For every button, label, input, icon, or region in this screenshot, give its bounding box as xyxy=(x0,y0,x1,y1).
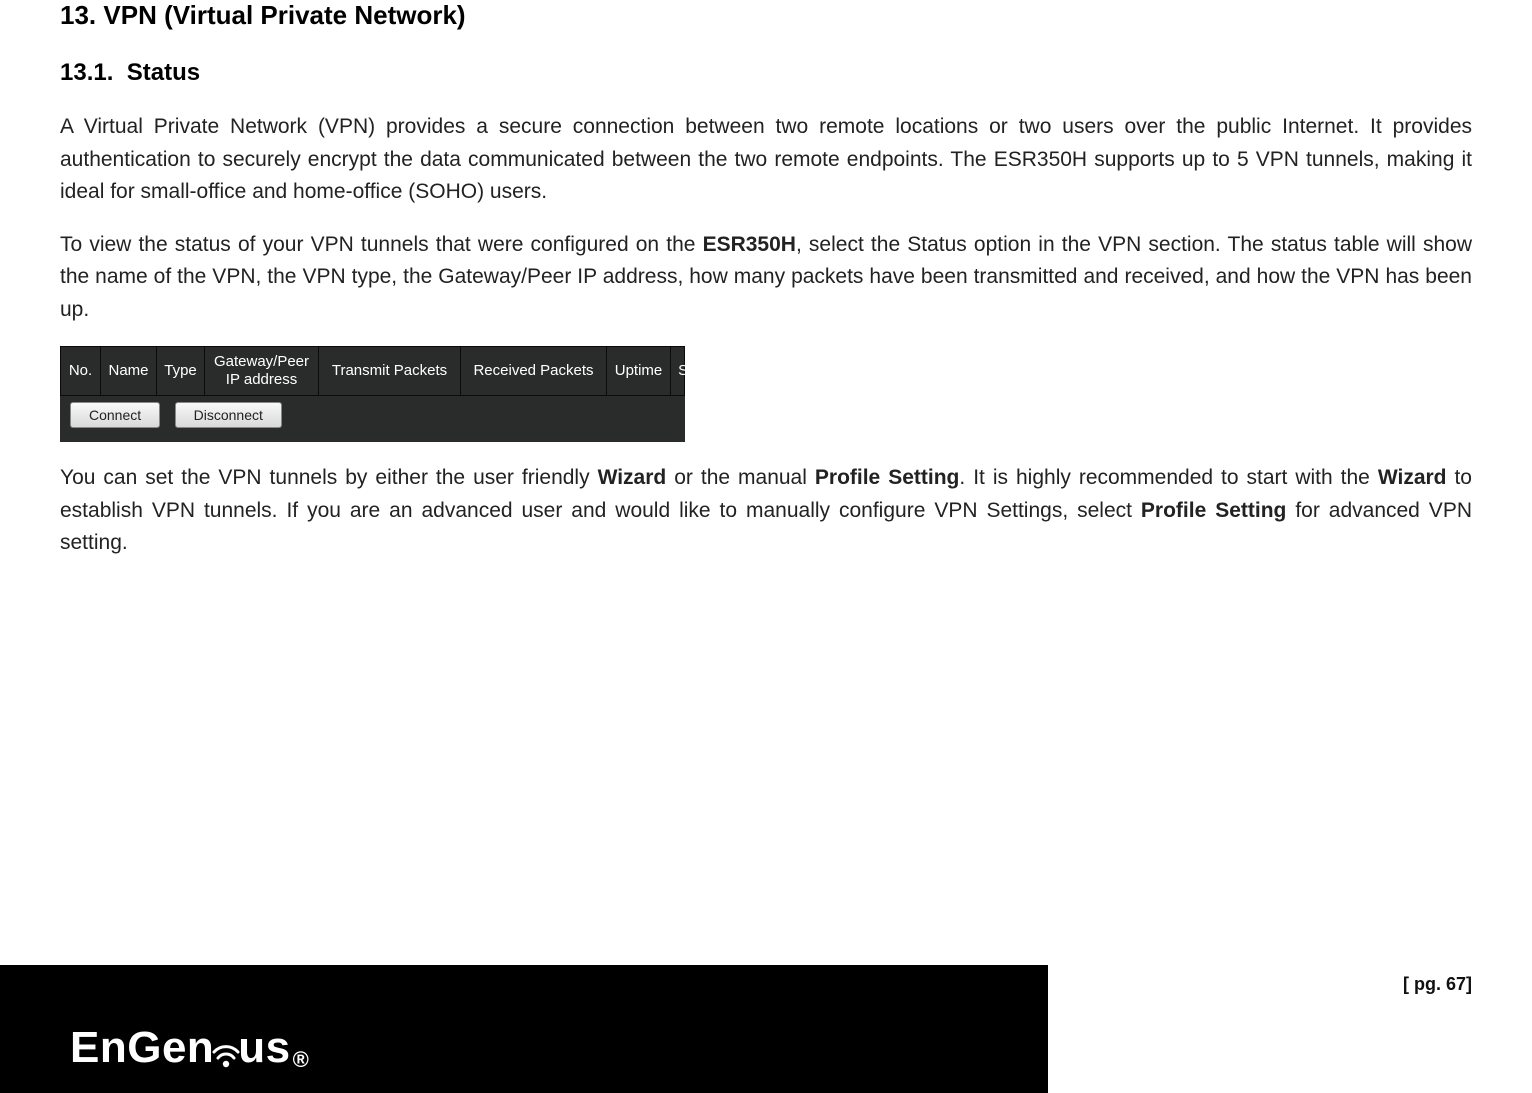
p3-text-a: You can set the VPN tunnels by either th… xyxy=(60,466,598,489)
page-number: [ pg. 67] xyxy=(1403,974,1472,995)
col-header-type: Type xyxy=(157,347,205,395)
col-header-select: Select xyxy=(671,347,727,395)
p3-bold-profile-1: Profile Setting xyxy=(815,466,960,489)
vpn-status-button-row: Connect Disconnect xyxy=(60,396,685,442)
col-header-rx: Received Packets xyxy=(461,347,607,395)
p3-bold-profile-2: Profile Setting xyxy=(1141,499,1286,522)
vpn-status-panel: No. Name Type Gateway/Peer IP address Tr… xyxy=(60,346,685,442)
col-header-uptime: Uptime xyxy=(607,347,671,395)
section-heading: 13. VPN (Virtual Private Network) xyxy=(60,0,1472,31)
subsection-number: 13.1. xyxy=(60,59,113,86)
p3-bold-wizard-1: Wizard xyxy=(598,466,667,489)
registered-mark-icon: ® xyxy=(293,1047,310,1073)
vpn-status-table-header: No. Name Type Gateway/Peer IP address Tr… xyxy=(60,346,685,396)
disconnect-button[interactable]: Disconnect xyxy=(175,402,282,428)
col-header-name: Name xyxy=(101,347,157,395)
section-number: 13. xyxy=(60,0,96,30)
intro-paragraph-2: To view the status of your VPN tunnels t… xyxy=(60,229,1472,327)
brand-logo: EnGen us ® xyxy=(70,1023,309,1073)
intro-paragraph-1: A Virtual Private Network (VPN) provides… xyxy=(60,111,1472,209)
connect-button[interactable]: Connect xyxy=(70,402,160,428)
brand-text-post: us xyxy=(238,1023,290,1073)
p3-text-c: or the manual xyxy=(666,466,815,489)
p3-bold-wizard-2: Wizard xyxy=(1378,466,1447,489)
p2-text-a: To view the status of your VPN tunnels t… xyxy=(60,233,703,256)
col-header-no: No. xyxy=(61,347,101,395)
subsection-heading: 13.1. Status xyxy=(60,59,1472,87)
col-header-gateway: Gateway/Peer IP address xyxy=(205,347,319,395)
p3-text-e: . It is highly recommended to start with… xyxy=(959,466,1377,489)
intro-paragraph-3: You can set the VPN tunnels by either th… xyxy=(60,462,1472,560)
section-title: VPN (Virtual Private Network) xyxy=(103,0,465,30)
wifi-icon xyxy=(212,1030,240,1081)
col-header-tx: Transmit Packets xyxy=(319,347,461,395)
brand-text-pre: EnGen xyxy=(70,1023,214,1073)
p2-bold-model: ESR350H xyxy=(703,233,796,256)
subsection-title: Status xyxy=(127,59,200,86)
